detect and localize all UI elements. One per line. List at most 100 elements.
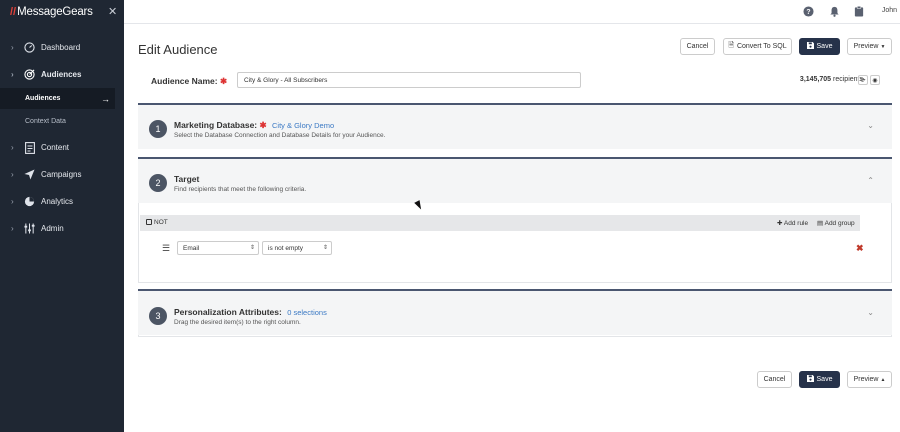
caret-up-icon: ▲ [880,376,886,383]
field-select[interactable]: Email ⇕ [177,241,259,255]
step-number: 1 [149,120,167,138]
chevron-right-icon: › [11,197,14,206]
logo-text: MessageGears [17,6,93,18]
step-number: 3 [149,307,167,325]
eye-icon[interactable]: ◉ [870,75,880,85]
chevron-right-icon: › [11,43,14,52]
bell-icon[interactable] [829,6,840,17]
preview-button[interactable]: Preview ▼ [847,38,892,55]
add-group-label: Add group [824,220,855,227]
save-label: Save [816,376,833,383]
plus-icon: ✚ [777,220,783,227]
delete-rule-icon[interactable]: ✖ [856,243,864,254]
cancel-button[interactable]: Cancel [680,38,715,55]
panel-header[interactable]: 3 Personalization Attributes: 0 selectio… [138,291,892,335]
step-number: 2 [149,174,167,192]
select-arrows-icon: ⇕ [322,245,328,251]
sidebar-subitem-label: Audiences [25,95,61,102]
save-button[interactable]: Save [799,38,840,55]
section-title: Personalization Attributes: 0 selections [174,307,327,317]
sidebar-item-label: Dashboard [41,43,81,52]
required-asterisk: ✱ [259,120,267,130]
chevron-down-icon[interactable]: ⌄ [867,121,874,130]
caret-down-icon: ▼ [880,43,886,50]
footer-save-button[interactable]: Save [799,371,840,388]
pie-chart-icon [23,195,36,208]
logo-mark: // [10,6,17,18]
panel-header[interactable]: 2 Target Find recipients that meet the f… [138,159,892,203]
user-menu[interactable]: John [882,7,897,14]
not-toggle[interactable]: NOT [146,219,168,226]
chevron-down-icon[interactable]: ⌄ [867,308,874,317]
sidebar-subitem-audiences[interactable]: Audiences → [0,88,115,109]
dashboard-icon [23,41,36,54]
chevron-right-icon: › [11,70,14,79]
audience-name-text: Audience Name: [151,76,218,86]
sidebar-item-dashboard[interactable]: › Dashboard [0,34,124,61]
add-rule-label: Add rule [783,220,809,227]
page-title: Edit Audience [138,42,218,57]
footer-cancel-button[interactable]: Cancel [757,371,792,388]
main-content: Edit Audience Cancel 🗎 Convert To SQL Sa… [124,24,900,432]
sidebar-item-admin[interactable]: › Admin [0,215,124,242]
section-title-text: Personalization Attributes: [174,307,282,317]
sidebar-nav: › Dashboard › Audiences Audiences → Cont… [0,34,124,242]
sidebar-item-audiences[interactable]: › Audiences [0,61,124,88]
chevron-right-icon: › [11,224,14,233]
arrow-right-icon: → [101,93,110,104]
recipient-count: 3,145,705 recipients [800,76,863,83]
selections-link[interactable]: 0 selections [287,308,327,317]
preview-label: Preview [853,43,879,50]
required-asterisk: ✱ [219,76,228,86]
audience-name-input[interactable] [237,72,581,88]
recipient-count-value: 3,145,705 [799,76,832,83]
sidebar-subitem-context-data[interactable]: Context Data [0,111,115,132]
section-marketing-database-header[interactable]: 1 Marketing Database: ✱ City & Glory Dem… [138,103,892,149]
add-rule-button[interactable]: ✚ Add rule [777,219,808,227]
section-personalization-header[interactable]: 3 Personalization Attributes: 0 selectio… [138,289,892,335]
document-icon: 🗎 [728,42,734,49]
field-select-value: Email [183,245,200,252]
collapse-sidebar-icon[interactable]: ✕ [108,5,117,18]
convert-to-sql-label: Convert To SQL [736,43,787,50]
help-icon[interactable]: ? [803,6,814,17]
sidebar-item-content[interactable]: › Content [0,134,124,161]
sidebar-item-label: Content [41,143,70,152]
paper-plane-icon [23,168,36,181]
convert-to-sql-button[interactable]: 🗎 Convert To SQL [723,38,792,55]
document-icon [23,141,36,154]
not-label: NOT [154,219,168,226]
logo[interactable]: // MessageGears [0,0,124,24]
sidebar-item-analytics[interactable]: › Analytics [0,188,124,215]
sidebar-item-campaigns[interactable]: › Campaigns [0,161,124,188]
clipboard-icon[interactable] [854,6,865,17]
section-target-header[interactable]: 2 Target Find recipients that meet the f… [138,157,892,203]
section-title: Marketing Database: ✱ City & Glory Demo [174,120,334,131]
target-icon [23,68,36,81]
not-checkbox[interactable] [146,219,152,225]
section-title-text: Marketing Database: [174,120,258,130]
chevron-right-icon: › [11,170,14,179]
sidebar: // MessageGears ✕ › Dashboard › Audience… [0,0,124,432]
section-subtitle: Find recipients that meet the following … [174,186,307,193]
add-group-button[interactable]: ▤ Add group [817,219,855,227]
chevron-up-icon[interactable]: ⌃ [867,176,874,185]
floppy-disk-icon [806,375,814,384]
sidebar-item-label: Analytics [41,197,74,206]
sidebar-item-label: Campaigns [41,170,82,179]
audience-name-label: Audience Name: ✱ [151,76,227,87]
drag-handle-icon[interactable]: ☰ [162,243,170,254]
chevron-right-icon: › [11,143,14,152]
refresh-icon[interactable]: ⟳ [858,75,868,85]
panel-header[interactable]: 1 Marketing Database: ✱ City & Glory Dem… [138,105,892,149]
group-icon: ▤ [817,220,824,227]
rule-group-bar: NOT ✚ Add rule ▤ Add group [140,215,860,231]
preview-label: Preview [853,376,879,383]
operator-select[interactable]: is not empty ⇕ [262,241,332,255]
top-bar: ? John [124,0,900,24]
database-link[interactable]: City & Glory Demo [272,121,334,130]
sliders-icon [23,222,36,235]
footer-preview-button[interactable]: Preview ▲ [847,371,892,388]
section-subtitle: Select the Database Connection and Datab… [174,132,386,139]
section-subtitle: Drag the desired item(s) to the right co… [174,319,301,326]
